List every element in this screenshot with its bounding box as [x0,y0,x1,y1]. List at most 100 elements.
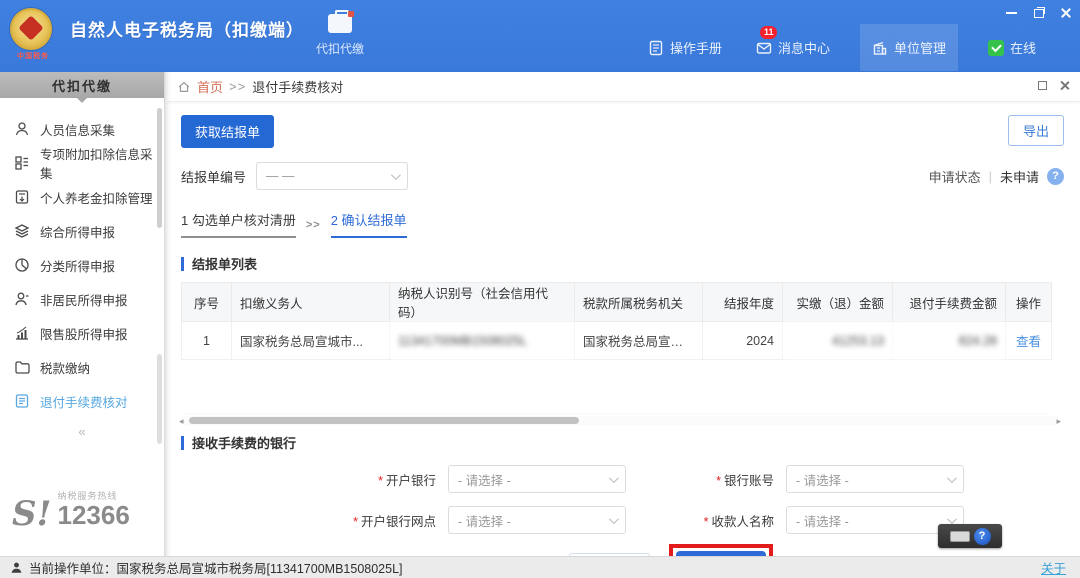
bank-select[interactable]: - 请选择 - [448,465,626,493]
status-divider: | [989,169,992,184]
help-icon[interactable]: ? [1047,168,1064,185]
sidebar-item-nonresident-income[interactable]: 非居民所得申报 [0,282,164,316]
section-bar [181,257,184,271]
table-row: 1 国家税务总局宣城市... 11341700MB1508025L 国家税务总局… [182,322,1052,360]
sidebar-menu: 人员信息采集 专项附加扣除信息采集 个人养老金扣除管理 综合所得申报 分类所得申… [0,98,164,418]
table-horizontal-scrollbar[interactable]: ◂ ▸ [181,416,1059,425]
sidebar-item-personnel-info[interactable]: 人员信息采集 [0,112,164,146]
statement-table: 序号 扣缴义务人 纳税人识别号（社会信用代码） 税款所属税务机关 结报年度 实缴… [181,282,1052,360]
payee-label: 收款人名称 [711,515,774,529]
breadcrumb-home[interactable]: 首页 [197,77,223,96]
module-label: 代扣代缴 [305,40,375,57]
col-year: 结报年度 [703,283,783,322]
toolbar-row: 获取结报单 导出 [181,115,1064,148]
status-bar: 当前操作单位：国家税务总局宣城市税务局[11341700MB1508025L] … [0,556,1080,578]
steps-separator: >> [306,219,321,238]
hotline-face-icon: S! [12,501,51,528]
bank-section-title: 接收手续费的银行 [181,433,1064,452]
manual-icon [648,40,664,56]
scrollbar-thumb[interactable] [189,417,579,424]
envelope-icon [756,40,772,56]
account-select-value: - 请选择 - [796,470,849,489]
cell-year: 2024 [703,322,783,360]
nav-unit-management[interactable]: 单位管理 [860,24,958,71]
about-link[interactable]: 关于 [1041,558,1066,577]
sidebar-item-refund-fee-check[interactable]: 退付手续费核对 [0,384,164,418]
col-withholding-agent: 扣缴义务人 [232,283,390,322]
nav-online-label: 在线 [1010,38,1036,57]
scrollbar-thumb[interactable] [157,354,162,444]
step-2-confirm-statement[interactable]: 2 确认结报单 [331,210,407,238]
online-icon [988,40,1004,56]
nav-messages[interactable]: 11 消息中心 [752,32,834,63]
fetch-statement-button[interactable]: 获取结报单 [181,115,274,148]
section-title-text: 接收手续费的银行 [192,433,296,452]
sidebar-item-comprehensive-income[interactable]: 综合所得申报 [0,214,164,248]
nav-manual-label: 操作手册 [670,38,722,57]
sidebar-item-pension-deduction[interactable]: 个人养老金扣除管理 [0,180,164,214]
bank-label: 开户银行 [386,474,436,488]
person-outline-icon [14,291,30,307]
widget-help-icon[interactable]: ? [974,528,991,545]
briefcase-icon [328,14,352,33]
filter-row: 结报单编号 — — 申请状态 | 未申请 ? [181,162,1064,190]
chevron-down-icon [609,473,619,483]
nav-messages-label: 消息中心 [778,38,830,57]
soft-keyboard-widget[interactable]: ? [938,524,1002,548]
col-fee-amount: 退付手续费金额 [893,283,1006,322]
scrollbar-thumb[interactable] [157,108,162,228]
minimize-icon[interactable] [1005,6,1018,19]
app-title: 自然人电子税务局（扣缴端） [70,16,304,41]
restore-icon[interactable] [1032,6,1045,19]
branch-select-value: - 请选择 - [458,511,511,530]
cell-fee-amount: 824.28 [893,322,1006,360]
cell-seq: 1 [182,322,232,360]
tab-close-icon[interactable] [1059,80,1070,91]
nav-online-status[interactable]: 在线 [984,32,1040,63]
sidebar-collapse-button[interactable]: « [78,424,85,439]
export-button[interactable]: 导出 [1008,115,1064,146]
sidebar-item-restricted-stock[interactable]: 限售股所得申报 [0,316,164,350]
doc-download-icon [14,189,30,205]
statement-list-section-title: 结报单列表 [181,254,1064,273]
sidebar-item-label: 退付手续费核对 [40,392,128,411]
col-action: 操作 [1006,283,1052,322]
sidebar-item-label: 非居民所得申报 [40,290,128,309]
account-select[interactable]: - 请选择 - [786,465,964,493]
sidebar-item-special-deduction[interactable]: 专项附加扣除信息采集 [0,146,164,180]
sidebar-item-label: 分类所得申报 [40,256,115,275]
close-icon[interactable] [1059,6,1072,19]
branch-select[interactable]: - 请选择 - [448,506,626,534]
sidebar: 代扣代缴 人员信息采集 专项附加扣除信息采集 个人养老金扣除管理 综合所得申报 … [0,72,165,556]
scroll-left-arrow[interactable]: ◂ [179,416,184,427]
branch-label: 开户银行网点 [361,515,436,529]
sidebar-tab-label: 代扣代缴 [52,76,112,95]
step-1-select-households[interactable]: 1 勾选单户核对清册 [181,210,296,238]
nav-manual[interactable]: 操作手册 [644,32,726,63]
required-mark: * [716,474,721,488]
section-bar [181,436,184,450]
view-link[interactable]: 查看 [1016,335,1041,349]
sidebar-tab-withholding[interactable]: 代扣代缴 [0,72,164,98]
col-tax-authority: 税款所属税务机关 [575,283,703,322]
sidebar-item-tax-payment[interactable]: 税款缴纳 [0,350,164,384]
cell-taxpayer-id: 11341700MB1508025L [390,322,575,360]
sidebar-item-classified-income[interactable]: 分类所得申报 [0,248,164,282]
chevron-down-icon [391,170,401,180]
statement-no-select[interactable]: — — [256,162,408,190]
section-title-text: 结报单列表 [192,254,257,273]
scroll-right-arrow[interactable]: ▸ [1056,416,1061,427]
layers-icon [14,223,30,239]
bar-chart-icon [14,325,30,341]
cell-paid-amount: 41253.13 [783,322,893,360]
chevron-down-icon [947,473,957,483]
module-tab-withholding[interactable]: 代扣代缴 [305,14,375,57]
col-taxpayer-id: 纳税人识别号（社会信用代码） [390,283,575,322]
chevron-down-icon [947,514,957,524]
user-icon [10,561,23,574]
tab-restore-icon[interactable] [1038,81,1047,90]
keyboard-icon [950,531,970,542]
emblem-caption: 中国税务 [10,51,56,61]
chevron-down-icon [609,514,619,524]
sidebar-scrollbar[interactable] [157,104,162,474]
